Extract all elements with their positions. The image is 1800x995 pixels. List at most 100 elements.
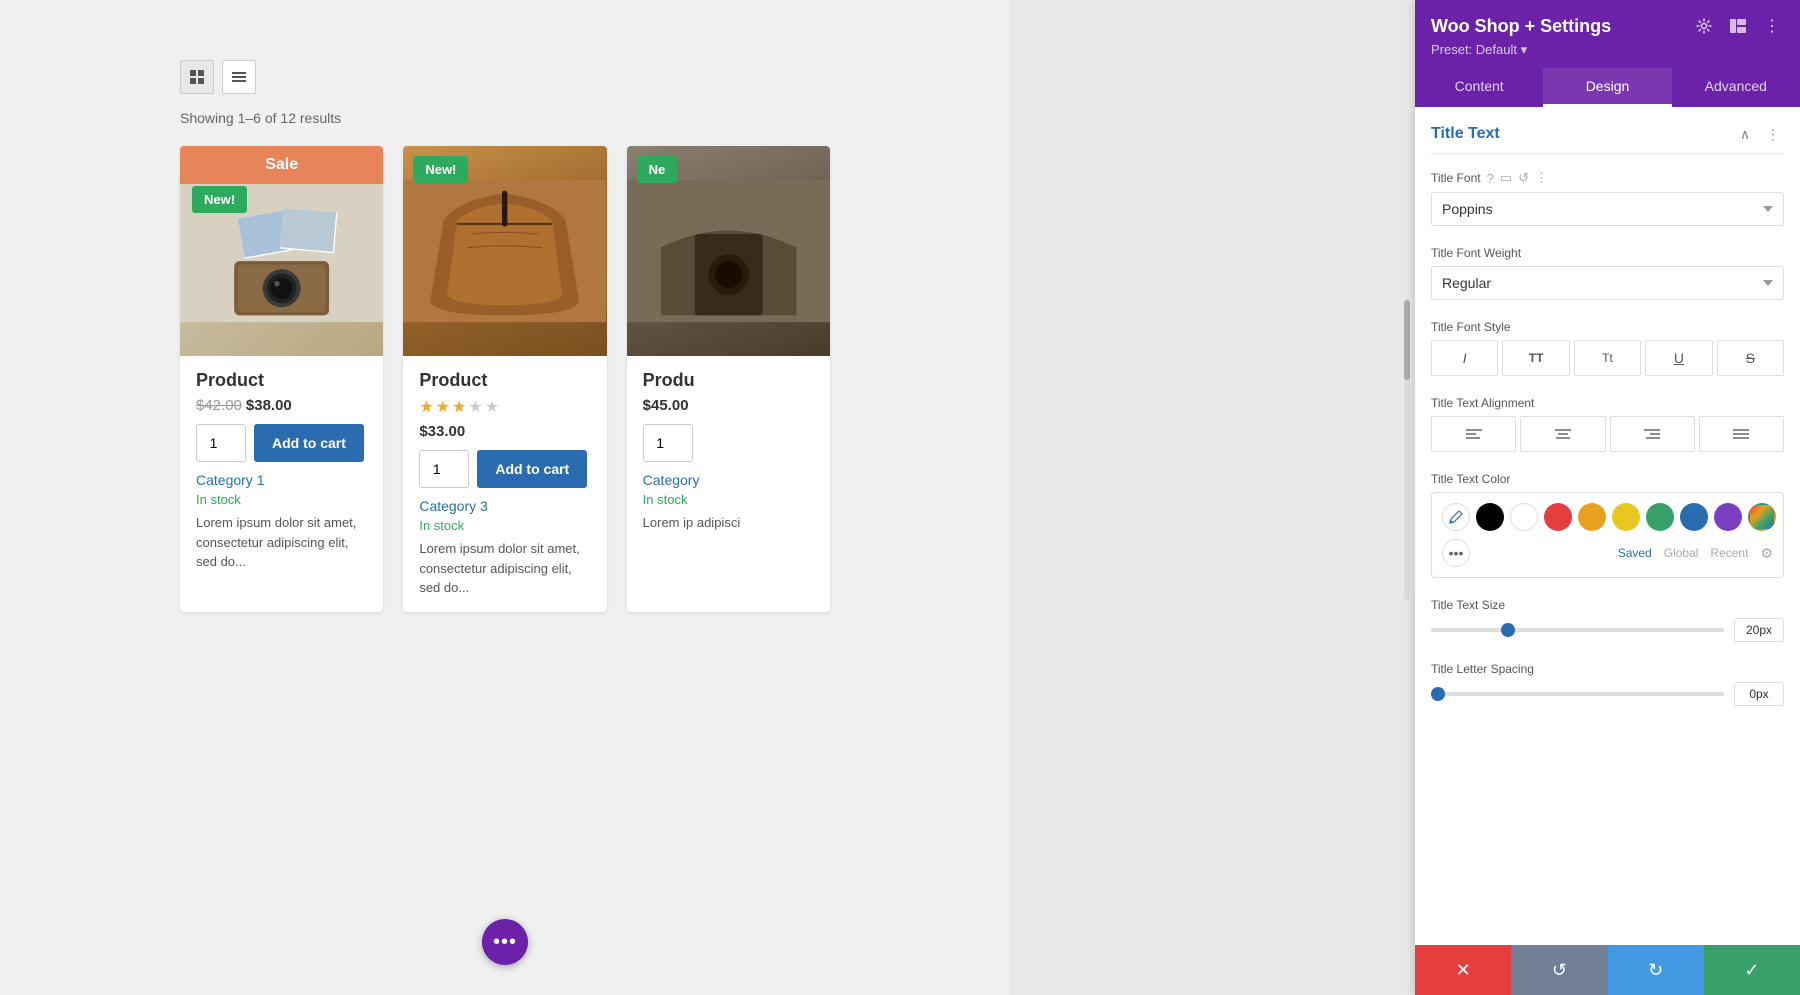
title-text-size-input[interactable] [1734, 618, 1784, 642]
title-font-weight-select[interactable]: Regular [1431, 266, 1784, 300]
align-right-button[interactable] [1610, 416, 1695, 452]
global-tab[interactable]: Global [1664, 546, 1699, 560]
tab-advanced[interactable]: Advanced [1672, 68, 1800, 107]
stock-status: In stock [419, 518, 590, 533]
capitalize-button[interactable]: Tt [1574, 340, 1641, 376]
title-font-style-label: Title Font Style [1431, 320, 1784, 334]
category-link[interactable]: Category 3 [419, 498, 590, 514]
purple-swatch[interactable] [1714, 503, 1742, 531]
product-name: Produ [643, 370, 814, 391]
title-text-alignment-label: Title Text Alignment [1431, 396, 1784, 410]
stock-status: In stock [643, 492, 814, 507]
tab-content[interactable]: Content [1415, 68, 1543, 107]
settings-panel: Woo Shop + Settings ⋮ [1415, 0, 1800, 995]
orange-swatch[interactable] [1578, 503, 1606, 531]
help-icon[interactable]: ? [1487, 171, 1494, 186]
product-card: New! Product ★ ★ ★ ★ ★ $33.00 Add to car… [403, 146, 606, 612]
title-text-color-label: Title Text Color [1431, 472, 1784, 486]
product-card: Sale New! Product $42.00$38.00 Add to ca… [180, 146, 383, 612]
price: $45.00 [643, 397, 689, 414]
blue-swatch[interactable] [1680, 503, 1708, 531]
align-left-button[interactable] [1431, 416, 1516, 452]
product-name: Product [196, 370, 367, 391]
collapse-button[interactable]: ∧ [1734, 123, 1756, 145]
panel-tabs: Content Design Advanced [1415, 68, 1800, 107]
scrollbar-thumb[interactable] [1404, 300, 1410, 380]
product-card: Ne Produ $45.00 Category In stock Lorem … [627, 146, 830, 612]
saved-tab[interactable]: Saved [1618, 546, 1652, 560]
align-center-button[interactable] [1520, 416, 1605, 452]
strikethrough-button[interactable]: S [1717, 340, 1784, 376]
product-image-wrap: Sale New! [180, 146, 383, 356]
reset-icon[interactable]: ↺ [1518, 170, 1529, 186]
products-grid: Sale New! Product $42.00$38.00 Add to ca… [180, 146, 830, 612]
underline-button[interactable]: U [1645, 340, 1712, 376]
section-header: Title Text ∧ ⋮ [1431, 123, 1784, 154]
redo-button[interactable]: ↻ [1608, 945, 1704, 995]
title-text-size-slider-row [1431, 618, 1784, 642]
main-content: Showing 1–6 of 12 results [0, 0, 1010, 995]
floating-menu-button[interactable]: ••• [482, 919, 528, 965]
style-buttons: I TT Tt U S [1431, 340, 1784, 376]
upload-icon[interactable]: ▭ [1500, 170, 1512, 186]
quantity-input[interactable] [643, 424, 693, 462]
panel-title: Woo Shop + Settings [1431, 16, 1611, 37]
color-more-row: ••• Saved Global Recent ⚙ [1442, 539, 1773, 567]
save-button[interactable]: ✓ [1704, 945, 1800, 995]
color-settings-icon[interactable]: ⚙ [1760, 545, 1773, 562]
green-swatch[interactable] [1646, 503, 1674, 531]
recent-tab[interactable]: Recent [1710, 546, 1748, 560]
product-price: $42.00$38.00 [196, 397, 367, 414]
gradient-swatch[interactable] [1748, 503, 1776, 531]
panel-preset: Preset: Default ▾ [1431, 42, 1784, 58]
eyedropper-swatch[interactable] [1442, 503, 1470, 531]
white-swatch[interactable] [1510, 503, 1538, 531]
title-letter-spacing-slider[interactable] [1431, 692, 1724, 696]
red-swatch[interactable] [1544, 503, 1572, 531]
category-link[interactable]: Category [643, 472, 814, 488]
more-colors-button[interactable]: ••• [1442, 539, 1470, 567]
price: $33.00 [419, 423, 465, 440]
product-description: Lorem ipsum dolor sit amet, consectetur … [419, 539, 590, 598]
product-description: Lorem ip adipisci [643, 513, 814, 533]
title-font-weight-group: Title Font Weight Regular [1431, 246, 1784, 300]
more-icon[interactable]: ⋮ [1760, 14, 1784, 38]
add-to-cart-row: Add to cart [419, 450, 590, 488]
title-text-size-group: Title Text Size [1431, 598, 1784, 642]
category-link[interactable]: Category 1 [196, 472, 367, 488]
product-description: Lorem ipsum dolor sit amet, consectetur … [196, 513, 367, 572]
tab-design[interactable]: Design [1543, 68, 1671, 107]
section-more-button[interactable]: ⋮ [1762, 123, 1784, 145]
new-badge: Ne [637, 156, 678, 183]
uppercase-button[interactable]: TT [1502, 340, 1569, 376]
grid-view-button[interactable] [180, 60, 214, 94]
yellow-swatch[interactable] [1612, 503, 1640, 531]
title-font-group: Title Font ? ▭ ↺ ⋮ Poppins [1431, 170, 1784, 226]
old-price: $42.00 [196, 397, 242, 414]
title-font-select[interactable]: Poppins [1431, 192, 1784, 226]
italic-button[interactable]: I [1431, 340, 1498, 376]
title-letter-spacing-input[interactable] [1734, 682, 1784, 706]
add-to-cart-button[interactable]: Add to cart [477, 450, 587, 488]
title-letter-spacing-group: Title Letter Spacing [1431, 662, 1784, 706]
title-text-size-slider[interactable] [1431, 628, 1724, 632]
stock-status: In stock [196, 492, 367, 507]
layout-icon[interactable] [1726, 14, 1750, 38]
add-to-cart-row: Add to cart [196, 424, 367, 462]
undo-button[interactable]: ↺ [1511, 945, 1607, 995]
quantity-input[interactable] [196, 424, 246, 462]
color-picker: ••• Saved Global Recent ⚙ [1431, 492, 1784, 578]
black-swatch[interactable] [1476, 503, 1504, 531]
settings-icon[interactable] [1692, 14, 1716, 38]
product-info: Product $42.00$38.00 Add to cart Categor… [180, 356, 383, 586]
more-options-icon[interactable]: ⋮ [1535, 170, 1548, 186]
list-view-button[interactable] [222, 60, 256, 94]
title-text-size-label: Title Text Size [1431, 598, 1784, 612]
align-buttons [1431, 416, 1784, 452]
align-justify-button[interactable] [1699, 416, 1784, 452]
cancel-button[interactable]: ✕ [1415, 945, 1511, 995]
quantity-input[interactable] [419, 450, 469, 488]
product-image-wrap: Ne [627, 146, 830, 356]
panel-header: Woo Shop + Settings ⋮ [1415, 0, 1800, 107]
add-to-cart-button[interactable]: Add to cart [254, 424, 364, 462]
